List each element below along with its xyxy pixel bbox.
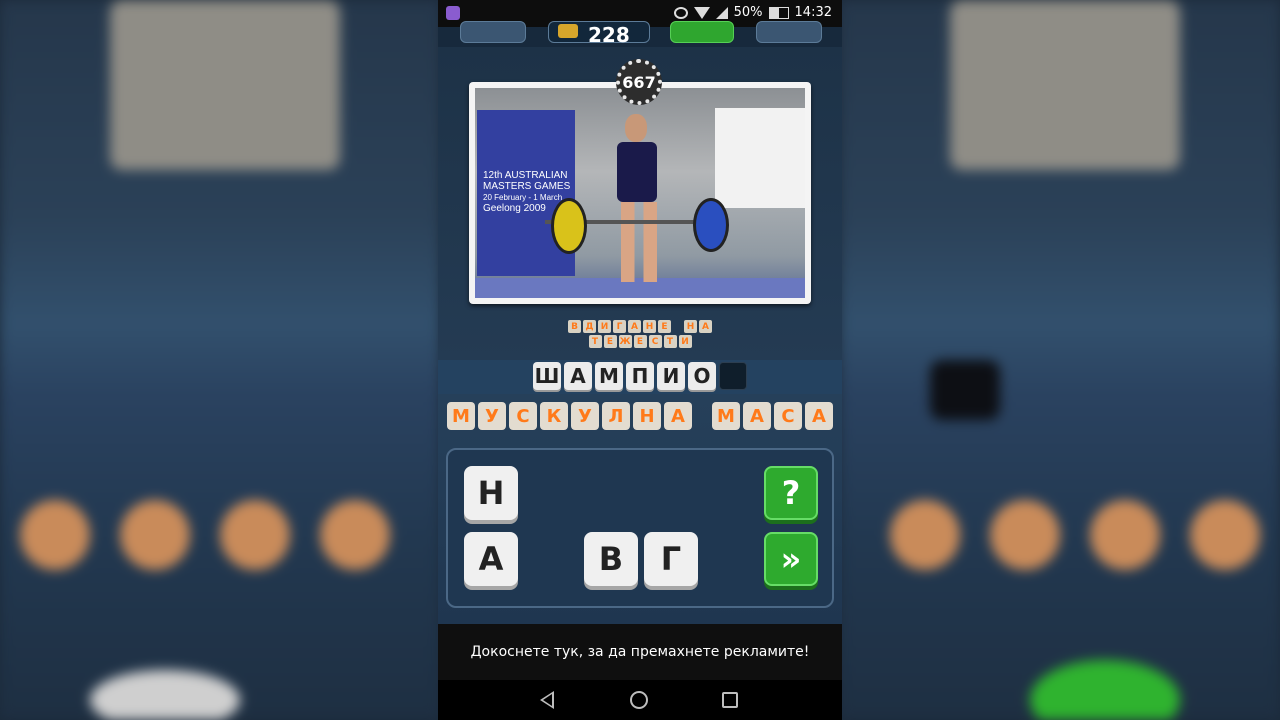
clue-letter: Д [583,320,596,333]
clue-letter: Н [684,320,697,333]
banner-line-2: MASTERS GAMES [483,181,571,192]
answer-letter[interactable]: О [688,362,716,390]
guessed-letter: А [743,402,771,430]
puzzle-photo: 12th AUSTRALIAN MASTERS GAMES 20 Februar… [475,88,805,298]
clue-letter: Е [633,335,647,348]
letter-board: Н А В Г ? » [446,448,834,608]
banner-line-3: 20 February - 1 March [483,193,563,202]
photo-screen [715,108,805,208]
nav-recents-icon[interactable] [722,692,738,708]
guessed-letter: М [447,402,475,430]
letter-button-v[interactable]: В [584,532,638,586]
coin-icon [558,24,578,38]
clue-letter: С [648,335,662,348]
answer-letter[interactable]: И [657,362,685,390]
clue-letter: Е [603,335,617,348]
answer-letter[interactable]: Ш [533,362,561,390]
clue-letter: Ж [618,335,632,348]
settings-button[interactable] [756,21,822,43]
coin-count: 228 [588,23,630,47]
guessed-words: МУСКУЛНАМАСА [438,402,842,430]
game-header: 228 [438,21,842,47]
clue-letter: Т [663,335,677,348]
answer-letter[interactable]: А [564,362,592,390]
puzzle-photo-frame: 12th AUSTRALIAN MASTERS GAMES 20 Februar… [469,82,811,304]
clue-space [673,320,682,333]
answer-empty-slot [719,362,747,390]
answer-letter[interactable]: М [595,362,623,390]
clue-letter: Е [658,320,671,333]
guessed-letter: А [805,402,833,430]
guessed-letter: М [712,402,740,430]
clue-letter: И [678,335,692,348]
barbell-plate-left [551,198,587,254]
puzzle-area: 12th AUSTRALIAN MASTERS GAMES 20 Februar… [438,47,842,360]
guessed-letter: У [571,402,599,430]
battery-icon [768,6,789,19]
guessed-letter: Н [633,402,661,430]
battery-percent: 50% [733,5,763,20]
guessed-letter: С [774,402,802,430]
guessed-letter: К [540,402,568,430]
barbell-plate-right [693,198,729,252]
lifter-body [617,142,657,202]
clue-letter: Г [613,320,626,333]
clue-letter: Н [643,320,656,333]
phone-screen: 50% 14:32 228 12th AUSTRALIAN MASTERS GA… [438,0,842,720]
hint-button[interactable]: ? [764,466,818,520]
clock: 14:32 [794,5,832,20]
wifi-icon [693,6,710,19]
nav-home-icon[interactable] [630,691,648,709]
android-nav-bar [438,680,842,720]
guessed-letter: С [509,402,537,430]
clue-line-1: ВДИГАНЕНА [438,320,842,333]
clue-line-2: ТЕЖЕСТИ [438,335,842,348]
guess-space [695,402,709,430]
guessed-letter: Л [602,402,630,430]
clue-letter: Т [588,335,602,348]
banner-line-1: 12th AUSTRALIAN [483,170,568,181]
app-notification-icon [446,6,460,20]
level-badge: 667 [616,59,662,105]
skip-button[interactable]: » [764,532,818,586]
alarm-icon [673,6,688,19]
letter-button-g[interactable]: Г [644,532,698,586]
guessed-letter: У [478,402,506,430]
back-button[interactable] [460,21,526,43]
answer-letter[interactable]: П [626,362,654,390]
buy-coins-button[interactable] [670,21,734,43]
lifter-head [625,114,647,142]
letter-button-a[interactable]: А [464,532,518,586]
signal-icon [715,6,728,19]
letter-button-n[interactable]: Н [464,466,518,520]
clue-text: ВДИГАНЕНА ТЕЖЕСТИ [438,320,842,350]
nav-back-icon-inner [543,694,552,706]
clue-letter: А [628,320,641,333]
clue-letter: В [568,320,581,333]
clue-letter: И [598,320,611,333]
answer-slots: ШАМПИО [438,362,842,390]
guessed-letter: А [664,402,692,430]
lifter-legs [621,202,657,282]
remove-ads-banner[interactable]: Докоснете тук, за да премахнете рекламит… [438,624,842,680]
clue-letter: А [699,320,712,333]
